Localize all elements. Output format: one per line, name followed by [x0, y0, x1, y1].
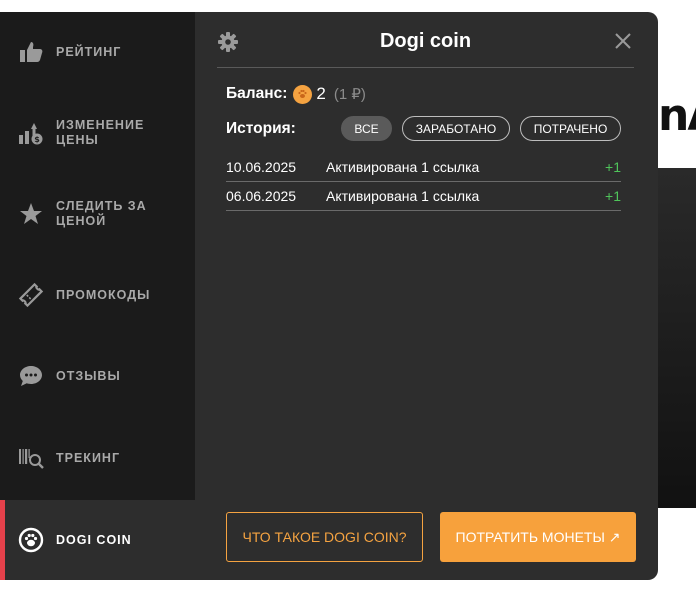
- sidebar-item-tracking[interactable]: ТРЕКИНГ: [0, 418, 195, 498]
- sidebar-item-label: РЕЙТИНГ: [56, 44, 122, 59]
- sidebar-item-price-change[interactable]: $ ИЗМЕНЕНИЕ ЦЕНЫ: [0, 93, 195, 173]
- barcode-search-icon: [18, 445, 44, 471]
- history-filter-row: История: ВСЕ ЗАРАБОТАНО ПОТРАЧЕНО: [226, 116, 626, 142]
- sidebar-item-label: ПРОМОКОДЫ: [56, 287, 151, 302]
- close-icon[interactable]: [612, 30, 634, 52]
- price-change-icon: $: [18, 120, 44, 146]
- star-icon: [18, 201, 44, 227]
- history-description: Активирована 1 ссылка: [326, 159, 480, 175]
- history-row: 10.06.2025 Активирована 1 ссылка +1: [226, 153, 621, 182]
- history-description: Активирована 1 ссылка: [326, 188, 480, 204]
- extension-panel: РЕЙТИНГ $ ИЗМЕНЕНИЕ ЦЕНЫ СЛЕДИТЬ ЗА ЦЕНО…: [0, 12, 658, 580]
- sidebar-item-label: СЛЕДИТЬ ЗА ЦЕНОЙ: [56, 199, 147, 228]
- balance-label: Баланс:: [226, 85, 288, 102]
- sidebar-item-label: ОТЗЫВЫ: [56, 368, 121, 383]
- filter-earned[interactable]: ЗАРАБОТАНО: [402, 116, 510, 141]
- history-list: 10.06.2025 Активирована 1 ссылка +1 06.0…: [226, 153, 621, 211]
- sidebar-item-rating[interactable]: РЕЙТИНГ: [0, 12, 195, 92]
- history-row: 06.06.2025 Активирована 1 ссылка +1: [226, 182, 621, 211]
- chat-bubble-icon: [18, 363, 44, 389]
- dogi-coin-icon: [293, 84, 313, 104]
- paw-icon: [18, 527, 44, 553]
- sidebar: РЕЙТИНГ $ ИЗМЕНЕНИЕ ЦЕНЫ СЛЕДИТЬ ЗА ЦЕНО…: [0, 12, 195, 580]
- history-date: 10.06.2025: [226, 159, 297, 175]
- balance-amount: 2: [316, 84, 326, 103]
- sidebar-item-label: ИЗМЕНЕНИЕ ЦЕНЫ: [56, 118, 145, 147]
- history-delta: +1: [605, 159, 621, 175]
- spend-coins-button[interactable]: ПОТРАТИТЬ МОНЕТЫ ↗: [440, 512, 636, 562]
- what-is-dogi-coin-button[interactable]: ЧТО ТАКОЕ DOGI COIN?: [226, 512, 423, 562]
- svg-text:$: $: [34, 135, 40, 144]
- history-delta: +1: [605, 188, 621, 204]
- thumbs-up-icon: [18, 39, 44, 65]
- ticket-icon: [18, 282, 44, 308]
- sidebar-item-label: DOGI COIN: [56, 532, 132, 547]
- filter-all[interactable]: ВСЕ: [341, 116, 392, 141]
- sidebar-item-dogi-coin[interactable]: DOGI COIN: [0, 500, 195, 580]
- panel-header: Dogi coin: [217, 26, 634, 68]
- sidebar-item-reviews[interactable]: ОТЗЫВЫ: [0, 336, 195, 416]
- dogi-coin-content: Dogi coin Баланс: 2 (1 ₽) История: ВСЕ З…: [195, 12, 658, 580]
- history-date: 06.06.2025: [226, 188, 297, 204]
- sidebar-item-promocodes[interactable]: ПРОМОКОДЫ: [0, 255, 195, 335]
- balance-row: Баланс: 2 (1 ₽): [226, 82, 366, 106]
- filter-spent[interactable]: ПОТРАЧЕНО: [520, 116, 621, 141]
- sidebar-item-label: ТРЕКИНГ: [56, 450, 121, 465]
- balance-rub-equivalent: (1 ₽): [333, 86, 366, 103]
- history-label: История:: [226, 120, 296, 137]
- panel-title: Dogi coin: [379, 30, 472, 52]
- sidebar-item-price-watch[interactable]: СЛЕДИТЬ ЗА ЦЕНОЙ: [0, 174, 195, 254]
- active-indicator: [0, 500, 5, 580]
- background-heading-fragment: nA: [658, 90, 696, 141]
